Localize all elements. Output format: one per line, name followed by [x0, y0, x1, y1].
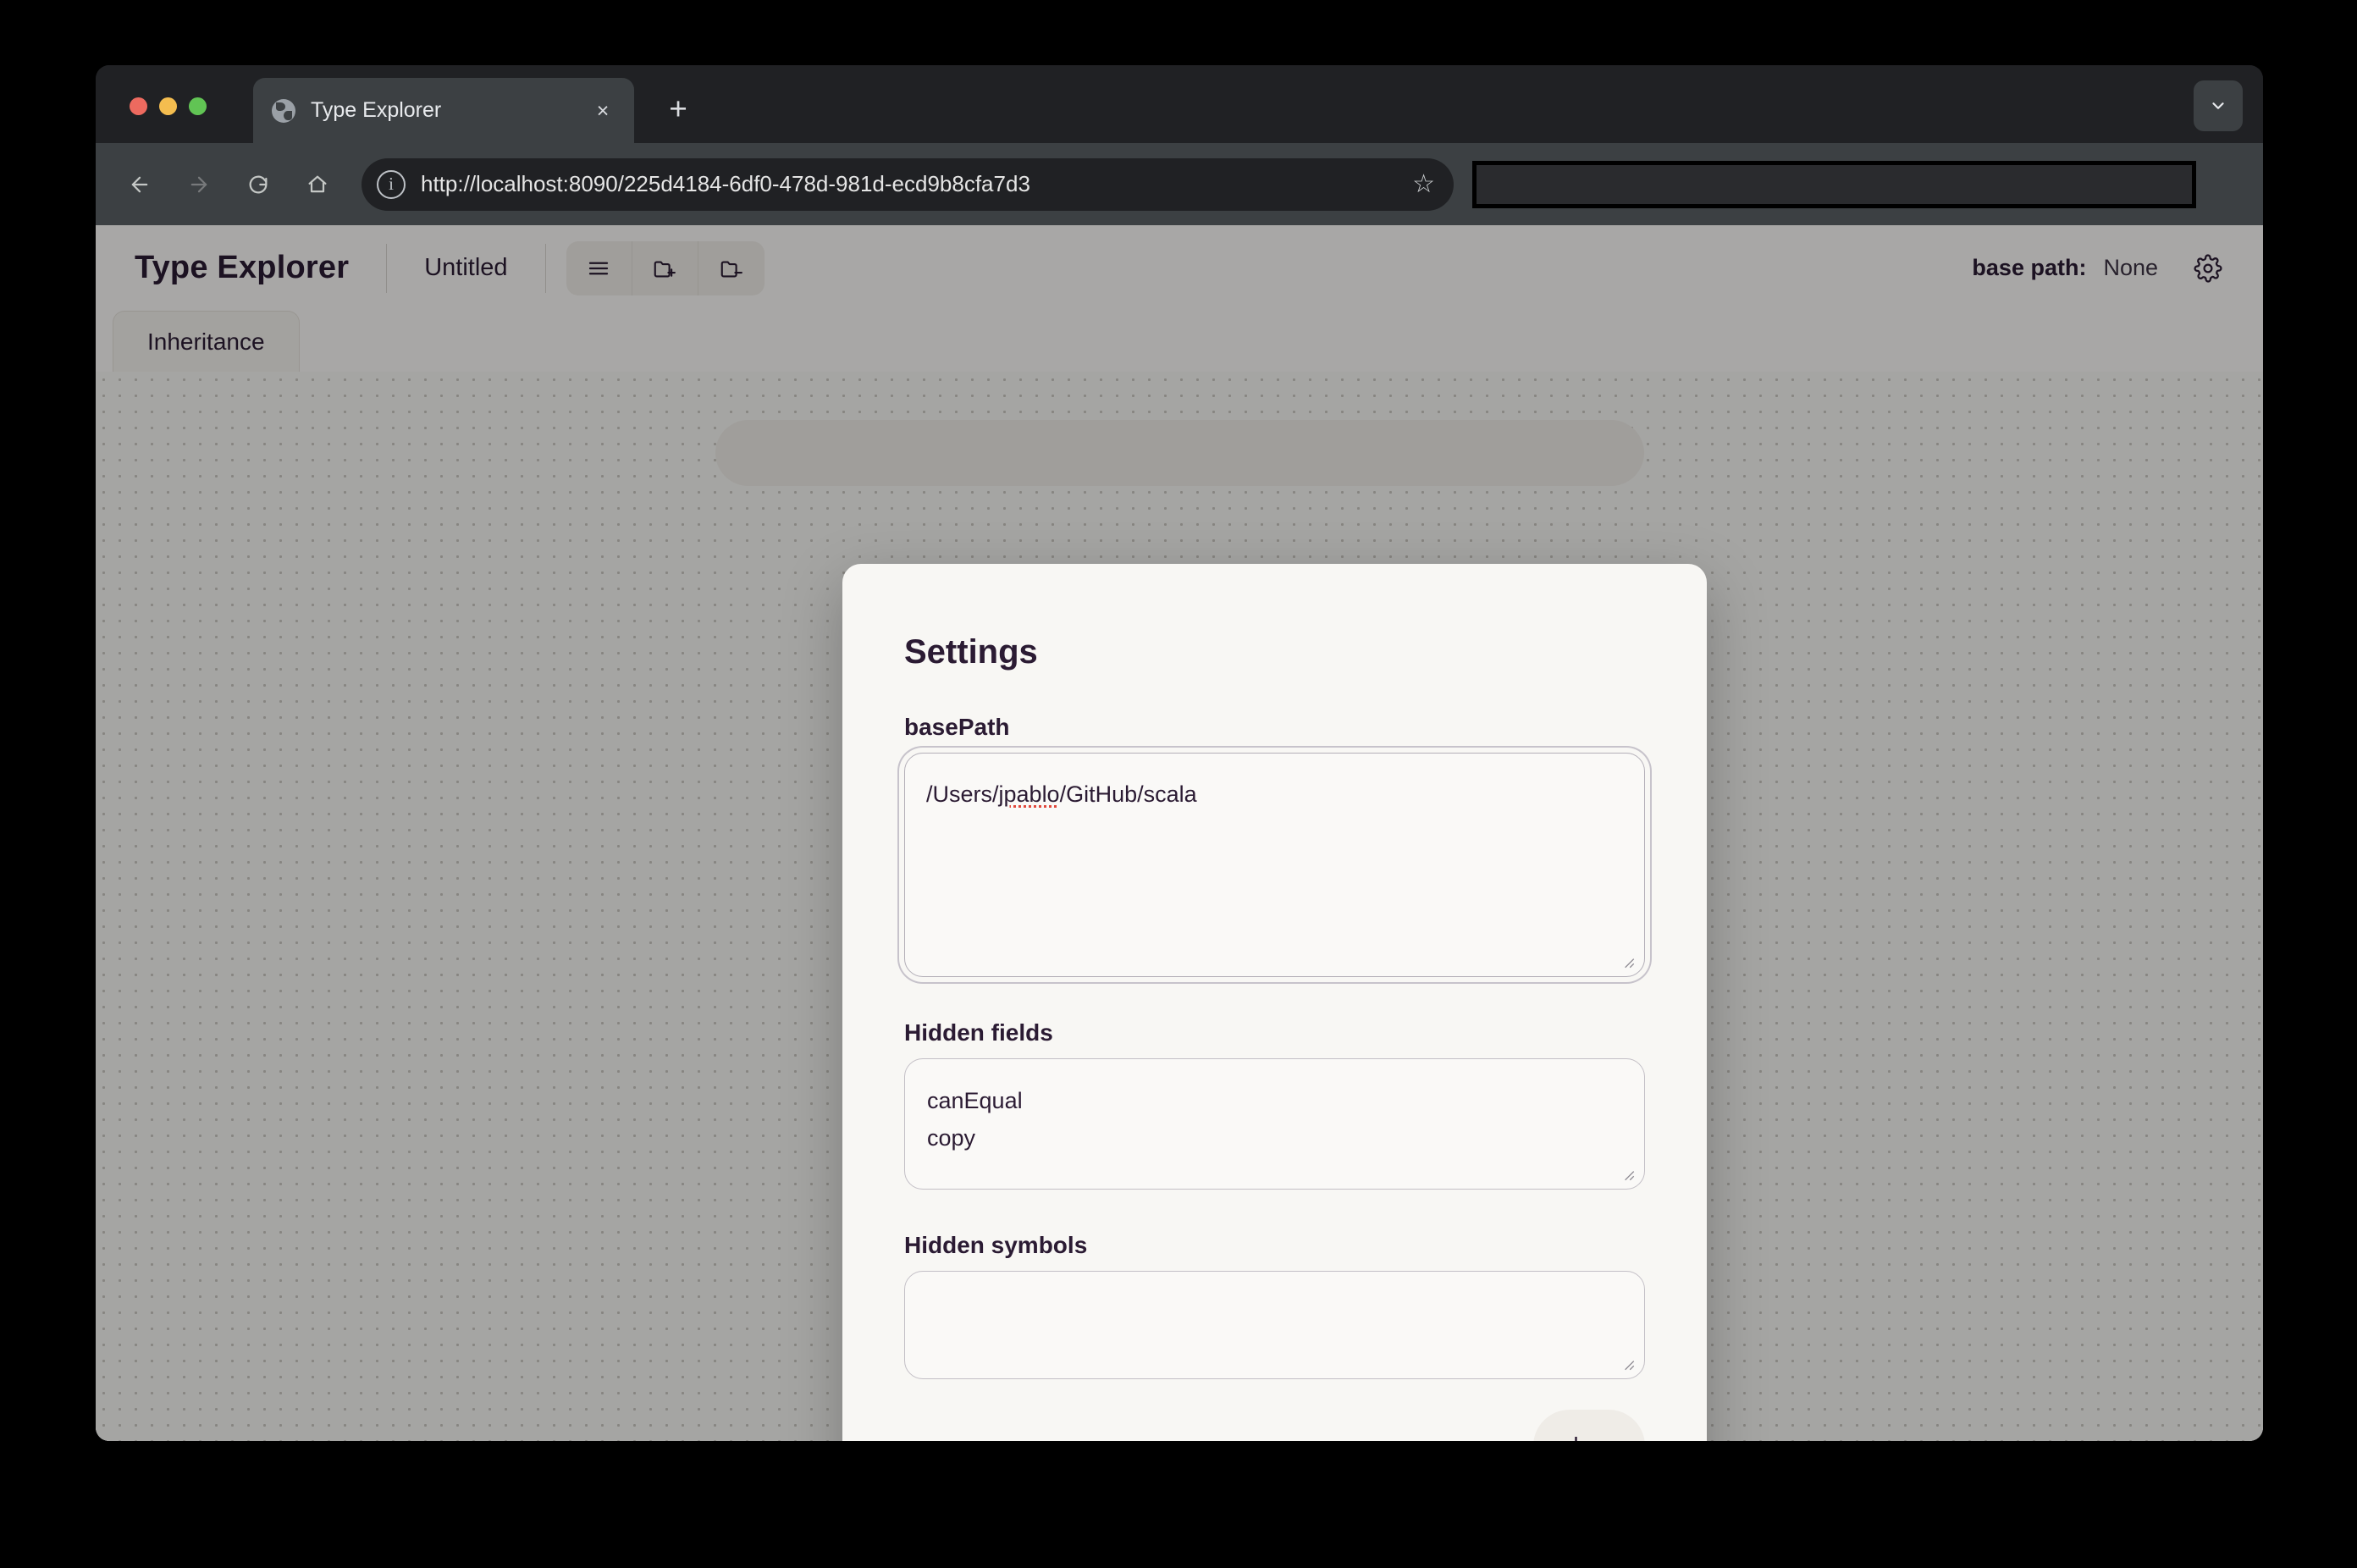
hidden-fields-label: Hidden fields — [904, 1019, 1645, 1046]
hidden-fields-input[interactable] — [904, 1058, 1645, 1190]
address-bar-url: http://localhost:8090/225d4184-6df0-478d… — [421, 171, 1412, 197]
window-controls — [130, 97, 207, 115]
address-bar[interactable]: i http://localhost:8090/225d4184-6df0-47… — [362, 158, 1454, 211]
forward-arrow-icon[interactable] — [175, 161, 223, 208]
base-path-input[interactable] — [904, 753, 1645, 977]
modal-title: Settings — [904, 564, 1645, 671]
hidden-fields-wrap — [904, 1058, 1645, 1190]
home-icon[interactable] — [294, 161, 341, 208]
minimize-window-button[interactable] — [159, 97, 177, 115]
maximize-window-button[interactable] — [189, 97, 207, 115]
extensions-toolbar-area[interactable] — [1472, 161, 2196, 208]
hidden-symbols-wrap — [904, 1271, 1645, 1379]
bookmark-star-icon[interactable]: ☆ — [1412, 172, 1435, 197]
browser-toolbar: i http://localhost:8090/225d4184-6df0-47… — [96, 143, 2263, 225]
browser-tab-title: Type Explorer — [311, 98, 588, 123]
page-content: Type Explorer Untitled base path: None — [96, 225, 2263, 1441]
new-tab-button[interactable]: + — [661, 93, 695, 127]
modal-footer: close — [1533, 1410, 1645, 1441]
info-icon[interactable]: i — [377, 170, 406, 199]
browser-tab[interactable]: Type Explorer × — [253, 78, 634, 143]
close-window-button[interactable] — [130, 97, 147, 115]
close-button[interactable]: close — [1533, 1410, 1645, 1441]
browser-window: Type Explorer × + i http://localhost:809… — [96, 65, 2263, 1441]
reload-icon[interactable] — [235, 161, 282, 208]
chevron-down-icon[interactable] — [2194, 80, 2243, 131]
globe-icon — [272, 99, 295, 123]
base-path-field-wrap: /Users/jpablo/GitHub/scala — [904, 753, 1645, 977]
browser-tab-strip: Type Explorer × + — [96, 65, 2263, 143]
base-path-field-label: basePath — [904, 714, 1645, 741]
hidden-symbols-input[interactable] — [904, 1271, 1645, 1379]
settings-modal: Settings basePath /Users/jpablo/GitHub/s… — [842, 564, 1707, 1441]
back-arrow-icon[interactable] — [116, 161, 163, 208]
hidden-symbols-label: Hidden symbols — [904, 1232, 1645, 1259]
close-icon[interactable]: × — [588, 97, 617, 125]
